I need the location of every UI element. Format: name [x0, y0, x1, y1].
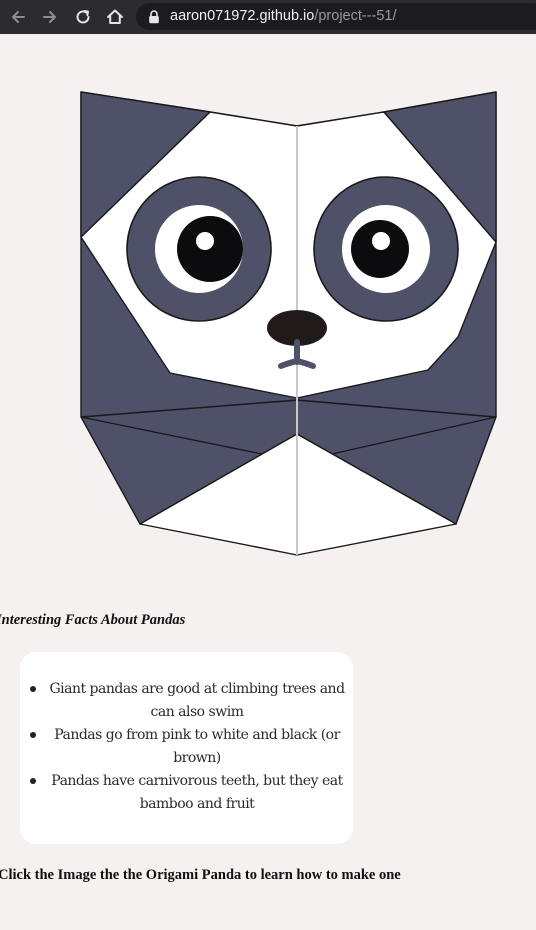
- url-text: aaron071972.github.io/project---51/: [170, 8, 397, 25]
- bullet-icon: [30, 778, 36, 784]
- home-icon[interactable]: [102, 4, 128, 30]
- pupil-left: [177, 216, 243, 282]
- facts-heading: Interesting Facts About Pandas: [0, 612, 186, 628]
- origami-panda-image[interactable]: [0, 34, 536, 574]
- eye-shine-right: [372, 232, 390, 250]
- instructions-link-text[interactable]: Click the Image the the Origami Panda to…: [0, 867, 401, 884]
- arrow-left-icon[interactable]: [5, 4, 31, 30]
- fact-text: Giant pandas are good at climbing trees …: [49, 681, 345, 720]
- facts-box: Giant pandas are good at climbing trees …: [20, 652, 353, 844]
- lock-icon: [149, 10, 159, 24]
- url-path: /project---51/: [314, 8, 397, 24]
- url-host: aaron071972.github.io: [170, 8, 315, 24]
- bullet-icon: [30, 732, 36, 738]
- fact-text: Pandas go from pink to white and black (…: [54, 727, 340, 766]
- reload-icon[interactable]: [70, 4, 96, 30]
- bullet-icon: [30, 686, 36, 692]
- address-bar[interactable]: aaron071972.github.io/project---51/: [136, 3, 536, 30]
- fact-text: Pandas have carnivorous teeth, but they …: [51, 773, 343, 812]
- eye-shine-left: [196, 232, 214, 250]
- browser-toolbar: aaron071972.github.io/project---51/: [0, 0, 536, 34]
- arrow-right-icon[interactable]: [37, 4, 63, 30]
